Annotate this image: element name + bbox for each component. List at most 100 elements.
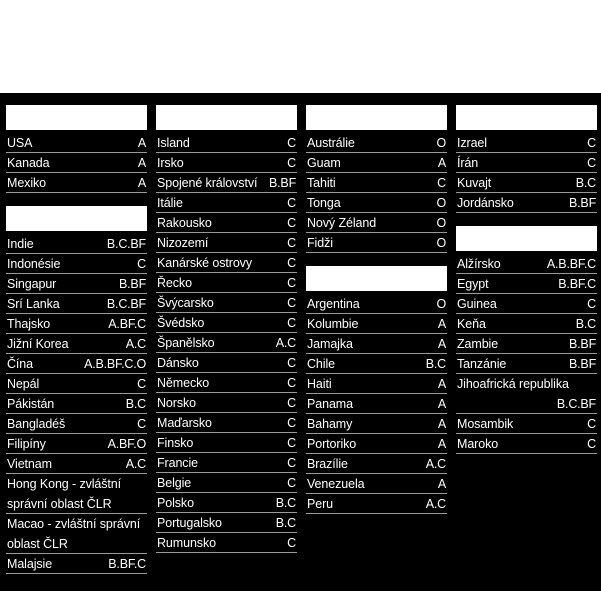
plug-type-codes: C — [287, 316, 296, 330]
country-name: Řecko — [157, 276, 192, 290]
table-row: Indie B.C.BF — [6, 234, 147, 254]
country-name: Argentina — [307, 297, 360, 311]
country-name: Kolumbie — [307, 317, 359, 331]
table-row: Portugalsko B.C — [156, 513, 297, 533]
country-name: Tanzánie — [457, 357, 507, 371]
country-name: Švýcarsko — [157, 296, 214, 310]
table-row: Island C — [156, 133, 297, 153]
table-row: Jamajka A — [306, 334, 447, 354]
table-row: Irsko C — [156, 153, 297, 173]
table-row: Egypt B.BF.C — [456, 274, 597, 294]
country-name: Singapur — [7, 277, 57, 291]
country-name: Polsko — [157, 496, 194, 510]
table-row: Tahiti C — [306, 173, 447, 193]
country-name: Bahamy — [307, 417, 353, 431]
table-row: Itálie C — [156, 193, 297, 213]
country-name: Rakousko — [157, 216, 212, 230]
country-name: Jordánsko — [457, 196, 514, 210]
plug-type-codes: A.C — [425, 497, 446, 511]
table-row: Tonga O — [306, 193, 447, 213]
table-row: Bahamy A — [306, 414, 447, 434]
plug-type-codes: C — [137, 417, 146, 431]
country-name: Kanada — [7, 156, 50, 170]
plug-type-codes: B.BF — [119, 277, 146, 291]
table-row: Jihoafrická republika B.C.BF — [456, 374, 597, 414]
plug-type-codes: A — [137, 156, 146, 170]
country-name: Jamajka — [307, 337, 353, 351]
plug-type-codes: C — [587, 297, 596, 311]
plug-type-codes: A.BF.O — [107, 437, 147, 451]
table-row: Haiti A — [306, 374, 447, 394]
country-name: Srí Lanka — [7, 297, 60, 311]
region-gap — [6, 193, 147, 206]
region-header-banner — [156, 105, 297, 130]
table-row: Guinea C — [456, 294, 597, 314]
country-name: Nový Zéland — [307, 216, 377, 230]
country-name: Pákistán — [7, 397, 55, 411]
table-row: Zambie B.BF — [456, 334, 597, 354]
country-name: Mexiko — [7, 176, 46, 190]
plug-type-codes: A.C — [125, 337, 146, 351]
plug-type-codes: C — [137, 377, 146, 391]
plug-type-codes: O — [436, 297, 446, 311]
table-row: Peru A.C — [306, 494, 447, 514]
plug-type-codes: B.C — [275, 516, 296, 530]
plug-type-codes: C — [287, 256, 296, 270]
region-header-banner — [456, 105, 597, 130]
country-name: Kuvajt — [457, 176, 492, 190]
plug-type-codes: A — [437, 397, 446, 411]
plug-type-codes: C — [287, 396, 296, 410]
table-row: Panama A — [306, 394, 447, 414]
plug-type-codes: A — [437, 317, 446, 331]
table-row: Kuvajt B.C — [456, 173, 597, 193]
country-name: Guinea — [457, 297, 497, 311]
country-name: Thajsko — [7, 317, 51, 331]
country-name: Jihoafrická republika — [457, 377, 569, 391]
country-name: Malajsie — [7, 557, 53, 571]
country-name: Haiti — [307, 377, 332, 391]
table-row: Austrálie O — [306, 133, 447, 153]
plug-type-codes: B.C — [275, 496, 296, 510]
table-row: Dánsko C — [156, 353, 297, 373]
table-row: Švédsko C — [156, 313, 297, 333]
table-row: USA A — [6, 133, 147, 153]
table-row: Tanzánie B.BF — [456, 354, 597, 374]
region-header-banner — [456, 226, 597, 251]
plug-type-codes: C — [287, 416, 296, 430]
country-name: Portoriko — [307, 437, 357, 451]
region-header-banner — [6, 105, 147, 130]
country-name: Rumunsko — [157, 536, 216, 550]
country-name: Alžírsko — [457, 257, 501, 271]
plug-type-codes: C — [587, 417, 596, 431]
table-row: Filipíny A.BF.O — [6, 434, 147, 454]
plug-type-codes: B.BF — [569, 337, 596, 351]
table-row: Singapur B.BF — [6, 274, 147, 294]
plug-type-codes: C — [287, 156, 296, 170]
table-row: Pákistán B.C — [6, 394, 147, 414]
plug-type-codes: B.C — [575, 317, 596, 331]
table-row: Jordánsko B.BF — [456, 193, 597, 213]
country-name: Macao - zvláštní správní oblast ČLR — [7, 517, 141, 551]
table-row: Hong Kong - zvláštní správní oblast ČLRB… — [6, 474, 147, 514]
country-name: Indie — [7, 237, 34, 251]
plug-type-codes: C — [437, 176, 446, 190]
country-name: Chile — [307, 357, 335, 371]
country-name: Island — [157, 136, 190, 150]
plug-type-codes: A — [437, 477, 446, 491]
country-name: Peru — [307, 497, 334, 511]
country-name: Filipíny — [7, 437, 46, 451]
plug-type-codes: A — [437, 437, 446, 451]
table-row: Spojené království B.BF — [156, 173, 297, 193]
plug-type-codes: O — [436, 236, 446, 250]
plug-type-codes: C — [587, 437, 596, 451]
region-header-banner — [306, 105, 447, 130]
plug-type-codes: A.C — [425, 457, 446, 471]
country-name: Norsko — [157, 396, 196, 410]
table-row: Rumunsko C — [156, 533, 297, 553]
country-name: Keňa — [457, 317, 486, 331]
region-header-banner — [306, 266, 447, 291]
table-row: Fidži O — [306, 233, 447, 253]
plug-type-codes: O — [436, 216, 446, 230]
plug-type-codes: C — [287, 136, 296, 150]
plug-type-codes: O — [436, 136, 446, 150]
